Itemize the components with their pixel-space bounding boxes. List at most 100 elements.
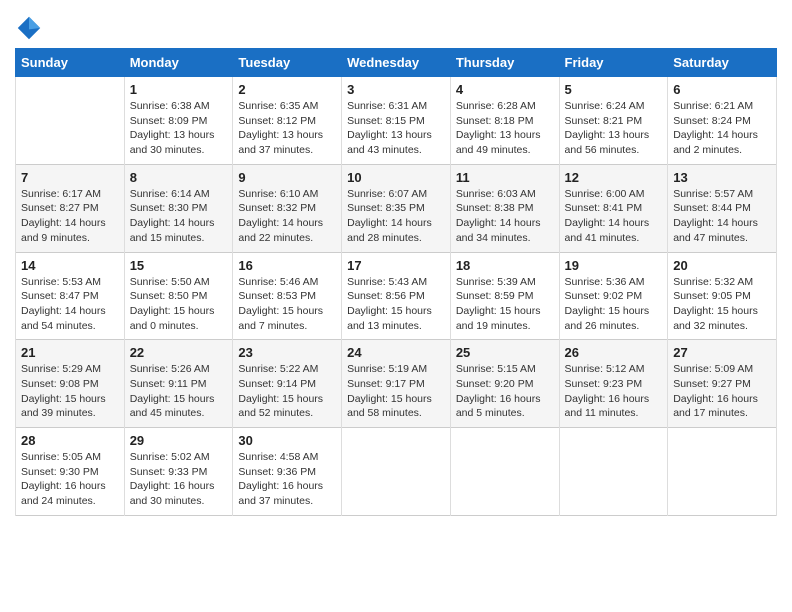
day-number: 29 (130, 433, 228, 448)
calendar-cell: 9 Sunrise: 6:10 AMSunset: 8:32 PMDaylight… (233, 164, 342, 252)
calendar-cell (342, 428, 451, 516)
day-info: Sunrise: 6:21 AMSunset: 8:24 PMDaylight:… (673, 99, 771, 158)
calendar-cell: 30Sunrise: 4:58 AMSunset: 9:36 PMDayligh… (233, 428, 342, 516)
day-info: Sunrise: 6:31 AMSunset: 8:15 PMDaylight:… (347, 99, 445, 158)
day-info: Sunrise: 6:14 AMSunset: 8:30 PMDaylight:… (130, 187, 228, 246)
day-info: Sunrise: 5:09 AMSunset: 9:27 PMDaylight:… (673, 362, 771, 421)
day-info: Sunrise: 5:02 AMSunset: 9:33 PMDaylight:… (130, 450, 228, 509)
day-number: 1 (130, 82, 228, 97)
calendar-cell (450, 428, 559, 516)
day-number: 13 (673, 170, 771, 185)
weekday-header-saturday: Saturday (668, 49, 777, 77)
calendar-cell: 13 Sunrise: 5:57 AMSunset: 8:44 PMDayligh… (668, 164, 777, 252)
weekday-header-friday: Friday (559, 49, 668, 77)
logo-icon (15, 14, 43, 42)
day-number: 26 (565, 345, 663, 360)
weekday-header-tuesday: Tuesday (233, 49, 342, 77)
day-number: 28 (21, 433, 119, 448)
day-number: 18 (456, 258, 554, 273)
calendar-cell: 23 Sunrise: 5:22 AMSunset: 9:14 PMDayligh… (233, 340, 342, 428)
day-number: 16 (238, 258, 336, 273)
day-info: Sunrise: 5:29 AMSunset: 9:08 PMDaylight:… (21, 362, 119, 421)
day-info: Sunrise: 6:24 AMSunset: 8:21 PMDaylight:… (565, 99, 663, 158)
calendar-week-row: 28 Sunrise: 5:05 AMSunset: 9:30 PMDayligh… (16, 428, 777, 516)
calendar-cell: 17 Sunrise: 5:43 AMSunset: 8:56 PMDayligh… (342, 252, 451, 340)
calendar-cell: 6 Sunrise: 6:21 AMSunset: 8:24 PMDaylight… (668, 77, 777, 165)
day-number: 15 (130, 258, 228, 273)
day-number: 17 (347, 258, 445, 273)
day-number: 6 (673, 82, 771, 97)
day-number: 12 (565, 170, 663, 185)
calendar-cell: 21 Sunrise: 5:29 AMSunset: 9:08 PMDayligh… (16, 340, 125, 428)
day-info: Sunrise: 5:53 AMSunset: 8:47 PMDaylight:… (21, 275, 119, 334)
calendar-cell: 29 Sunrise: 5:02 AMSunset: 9:33 PMDayligh… (124, 428, 233, 516)
day-number: 4 (456, 82, 554, 97)
weekday-header-sunday: Sunday (16, 49, 125, 77)
day-number: 23 (238, 345, 336, 360)
day-info: Sunrise: 5:32 AMSunset: 9:05 PMDaylight:… (673, 275, 771, 334)
calendar-cell (668, 428, 777, 516)
day-info: Sunrise: 5:12 AMSunset: 9:23 PMDaylight:… (565, 362, 663, 421)
calendar-cell: 12Sunrise: 6:00 AMSunset: 8:41 PMDayligh… (559, 164, 668, 252)
day-info: Sunrise: 5:05 AMSunset: 9:30 PMDaylight:… (21, 450, 119, 509)
day-number: 8 (130, 170, 228, 185)
day-info: Sunrise: 6:28 AMSunset: 8:18 PMDaylight:… (456, 99, 554, 158)
day-info: Sunrise: 6:17 AMSunset: 8:27 PMDaylight:… (21, 187, 119, 246)
calendar-cell: 22 Sunrise: 5:26 AMSunset: 9:11 PMDayligh… (124, 340, 233, 428)
day-number: 14 (21, 258, 119, 273)
calendar-cell: 28 Sunrise: 5:05 AMSunset: 9:30 PMDayligh… (16, 428, 125, 516)
weekday-header-monday: Monday (124, 49, 233, 77)
day-info: Sunrise: 5:22 AMSunset: 9:14 PMDaylight:… (238, 362, 336, 421)
calendar-week-row: 21 Sunrise: 5:29 AMSunset: 9:08 PMDayligh… (16, 340, 777, 428)
calendar-week-row: 1 Sunrise: 6:38 AMSunset: 8:09 PMDaylight… (16, 77, 777, 165)
calendar-cell (16, 77, 125, 165)
day-info: Sunrise: 6:03 AMSunset: 8:38 PMDaylight:… (456, 187, 554, 246)
day-number: 5 (565, 82, 663, 97)
calendar-cell: 27 Sunrise: 5:09 AMSunset: 9:27 PMDayligh… (668, 340, 777, 428)
day-info: Sunrise: 5:26 AMSunset: 9:11 PMDaylight:… (130, 362, 228, 421)
calendar-cell: 10Sunrise: 6:07 AMSunset: 8:35 PMDayligh… (342, 164, 451, 252)
calendar-cell: 8 Sunrise: 6:14 AMSunset: 8:30 PMDaylight… (124, 164, 233, 252)
weekday-header-row: SundayMondayTuesdayWednesdayThursdayFrid… (16, 49, 777, 77)
day-number: 9 (238, 170, 336, 185)
calendar-cell: 4 Sunrise: 6:28 AMSunset: 8:18 PMDaylight… (450, 77, 559, 165)
day-number: 25 (456, 345, 554, 360)
calendar-cell: 25 Sunrise: 5:15 AMSunset: 9:20 PMDayligh… (450, 340, 559, 428)
day-info: Sunrise: 6:07 AMSunset: 8:35 PMDaylight:… (347, 187, 445, 246)
day-info: Sunrise: 5:43 AMSunset: 8:56 PMDaylight:… (347, 275, 445, 334)
day-number: 11 (456, 170, 554, 185)
day-info: Sunrise: 5:36 AMSunset: 9:02 PMDaylight:… (565, 275, 663, 334)
day-number: 21 (21, 345, 119, 360)
day-number: 3 (347, 82, 445, 97)
calendar-cell: 1 Sunrise: 6:38 AMSunset: 8:09 PMDaylight… (124, 77, 233, 165)
calendar-cell: 5 Sunrise: 6:24 AMSunset: 8:21 PMDaylight… (559, 77, 668, 165)
calendar-cell: 15Sunrise: 5:50 AMSunset: 8:50 PMDayligh… (124, 252, 233, 340)
day-number: 24 (347, 345, 445, 360)
day-info: Sunrise: 5:39 AMSunset: 8:59 PMDaylight:… (456, 275, 554, 334)
calendar-cell (559, 428, 668, 516)
calendar-week-row: 14 Sunrise: 5:53 AMSunset: 8:47 PMDayligh… (16, 252, 777, 340)
day-number: 20 (673, 258, 771, 273)
day-number: 7 (21, 170, 119, 185)
day-info: Sunrise: 6:38 AMSunset: 8:09 PMDaylight:… (130, 99, 228, 158)
day-number: 19 (565, 258, 663, 273)
calendar-cell: 26 Sunrise: 5:12 AMSunset: 9:23 PMDayligh… (559, 340, 668, 428)
weekday-header-wednesday: Wednesday (342, 49, 451, 77)
calendar-cell: 7 Sunrise: 6:17 AMSunset: 8:27 PMDaylight… (16, 164, 125, 252)
day-info: Sunrise: 6:10 AMSunset: 8:32 PMDaylight:… (238, 187, 336, 246)
day-info: Sunrise: 5:19 AMSunset: 9:17 PMDaylight:… (347, 362, 445, 421)
page-header (15, 10, 777, 42)
calendar-cell: 20 Sunrise: 5:32 AMSunset: 9:05 PMDayligh… (668, 252, 777, 340)
day-number: 2 (238, 82, 336, 97)
calendar-week-row: 7 Sunrise: 6:17 AMSunset: 8:27 PMDaylight… (16, 164, 777, 252)
day-info: Sunrise: 5:15 AMSunset: 9:20 PMDaylight:… (456, 362, 554, 421)
calendar-cell: 18 Sunrise: 5:39 AMSunset: 8:59 PMDayligh… (450, 252, 559, 340)
day-info: Sunrise: 5:57 AMSunset: 8:44 PMDaylight:… (673, 187, 771, 246)
logo (15, 14, 47, 42)
day-number: 27 (673, 345, 771, 360)
day-number: 22 (130, 345, 228, 360)
day-info: Sunrise: 6:35 AMSunset: 8:12 PMDaylight:… (238, 99, 336, 158)
calendar-cell: 16Sunrise: 5:46 AMSunset: 8:53 PMDayligh… (233, 252, 342, 340)
calendar-table: SundayMondayTuesdayWednesdayThursdayFrid… (15, 48, 777, 516)
calendar-cell: 14 Sunrise: 5:53 AMSunset: 8:47 PMDayligh… (16, 252, 125, 340)
